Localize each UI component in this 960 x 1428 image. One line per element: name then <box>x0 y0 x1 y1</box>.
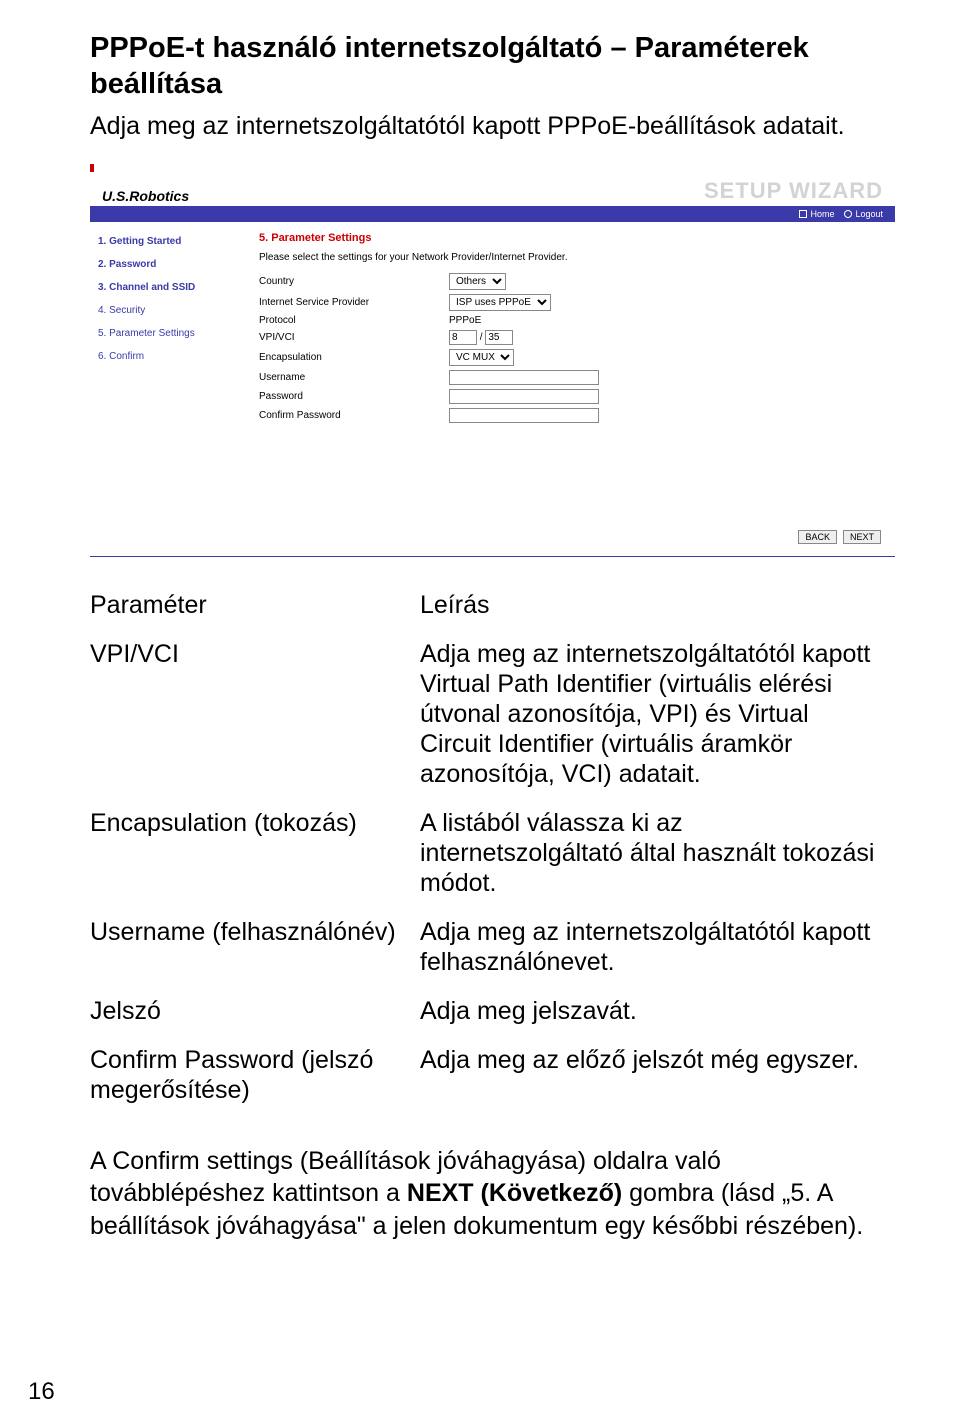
username-input[interactable] <box>449 370 599 385</box>
table-cell: Adja meg jelszavát. <box>420 991 890 1040</box>
table-cell: Username (felhasználónév) <box>90 912 420 991</box>
vpi-input[interactable] <box>449 330 477 345</box>
wizard-main: 5. Parameter Settings Please select the … <box>245 222 895 522</box>
page-heading: PPPoE-t használó internetszolgáltató – P… <box>90 30 890 103</box>
isp-select[interactable]: ISP uses PPPoE <box>449 294 551 311</box>
page-number: 16 <box>28 1378 55 1406</box>
section-desc: Please select the settings for your Netw… <box>259 252 881 263</box>
accent-tab <box>90 164 94 172</box>
table-cell: Adja meg az internetszolgáltatótól kapot… <box>420 912 890 991</box>
country-label: Country <box>259 276 449 287</box>
setup-wizard-screenshot: U.S.Robotics SETUP WIZARD Home Logout 1.… <box>90 164 895 557</box>
sidebar-step[interactable]: 1. Getting Started <box>98 236 237 247</box>
sidebar-step[interactable]: 6. Confirm <box>98 351 237 362</box>
encap-select[interactable]: VC MUX <box>449 349 514 366</box>
table-cell: Adja meg az internetszolgáltatótól kapot… <box>420 634 890 803</box>
sidebar-step[interactable]: 4. Security <box>98 305 237 316</box>
password-input[interactable] <box>449 389 599 404</box>
table-header-desc: Leírás <box>420 585 890 634</box>
encap-label: Encapsulation <box>259 352 449 363</box>
protocol-value: PPPoE <box>449 315 481 326</box>
confirm-password-input[interactable] <box>449 408 599 423</box>
section-title: 5. Parameter Settings <box>259 232 881 244</box>
isp-label: Internet Service Provider <box>259 297 449 308</box>
home-link[interactable]: Home <box>799 209 834 219</box>
table-cell: Encapsulation (tokozás) <box>90 803 420 912</box>
intro-text: Adja meg az internetszolgáltatótól kapot… <box>90 111 890 142</box>
username-label: Username <box>259 372 449 383</box>
table-cell: Adja meg az előző jelszót még egyszer. <box>420 1040 890 1119</box>
table-cell: VPI/VCI <box>90 634 420 803</box>
password-label: Password <box>259 391 449 402</box>
logout-icon <box>844 210 852 218</box>
home-icon <box>799 210 807 218</box>
table-cell: A listából válassza ki az internetszolgá… <box>420 803 890 912</box>
protocol-label: Protocol <box>259 315 449 326</box>
parameter-description-table: Paraméter Leírás VPI/VCI Adja meg az int… <box>90 585 890 1119</box>
wizard-sidebar: 1. Getting Started 2. Password 3. Channe… <box>90 222 245 522</box>
brand-logo: U.S.Robotics <box>102 188 189 204</box>
table-cell: Confirm Password (jelszó megerősítése) <box>90 1040 420 1119</box>
confirm-password-label: Confirm Password <box>259 410 449 421</box>
table-header-param: Paraméter <box>90 585 420 634</box>
sidebar-step[interactable]: 2. Password <box>98 259 237 270</box>
back-button[interactable]: BACK <box>798 530 837 544</box>
outro-text: A Confirm settings (Beállítások jóváhagy… <box>90 1145 890 1243</box>
logout-link[interactable]: Logout <box>844 209 883 219</box>
country-select[interactable]: Others <box>449 273 506 290</box>
logout-label: Logout <box>855 209 883 219</box>
table-cell: Jelszó <box>90 991 420 1040</box>
next-button[interactable]: NEXT <box>843 530 881 544</box>
sidebar-step[interactable]: 3. Channel and SSID <box>98 282 237 293</box>
home-label: Home <box>810 209 834 219</box>
vpivci-label: VPI/VCI <box>259 332 449 343</box>
outro-bold: NEXT (Következő) <box>407 1179 622 1207</box>
vci-input[interactable] <box>485 330 513 345</box>
wizard-title: SETUP WIZARD <box>704 178 883 204</box>
header-links: Home Logout <box>90 206 895 222</box>
sidebar-step[interactable]: 5. Parameter Settings <box>98 328 237 339</box>
